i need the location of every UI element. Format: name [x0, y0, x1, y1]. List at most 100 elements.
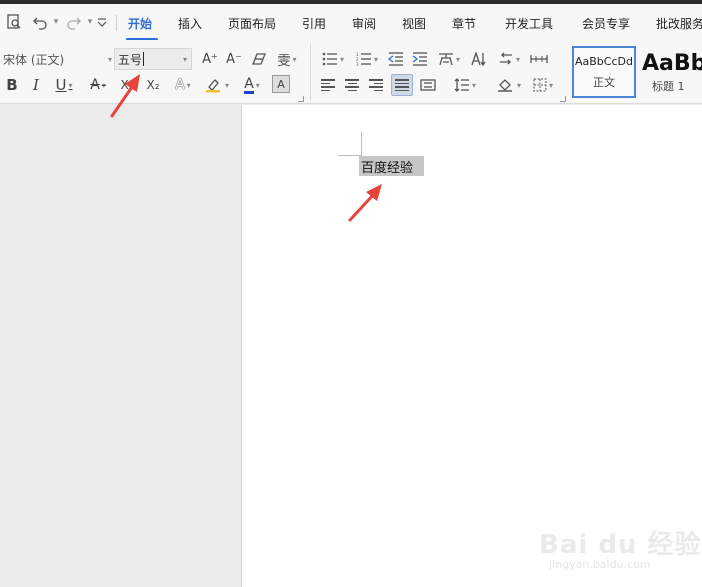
- baidu-watermark: Bai du 经验 jingyan.baidu.com: [535, 518, 701, 578]
- paint-bucket-icon: [497, 79, 512, 92]
- line-spacing-icon: [454, 78, 469, 92]
- highlight-button[interactable]: ▾: [202, 74, 232, 96]
- selected-text[interactable]: 百度经验: [359, 156, 424, 176]
- grow-font-button[interactable]: A⁺: [200, 48, 220, 70]
- chevron-down-icon: ▾: [224, 80, 229, 90]
- highlighter-icon: [205, 79, 220, 93]
- svg-text:3: 3: [356, 62, 359, 66]
- eraser-icon: [252, 53, 266, 65]
- page-corner-mark-horizontal: [338, 155, 361, 156]
- distributed-align-icon: [420, 79, 436, 91]
- outdent-icon: [388, 52, 403, 66]
- customize-icon[interactable]: [92, 12, 112, 32]
- chevron-down-icon: ▾: [101, 80, 106, 90]
- annotation-arrow-font-size: [110, 74, 140, 118]
- text-effects-button[interactable]: A ▾: [168, 74, 198, 96]
- align-right-icon: [369, 79, 383, 91]
- tab-chapter[interactable]: 章节: [452, 15, 476, 32]
- chevron-down-icon: ▾: [255, 80, 260, 90]
- align-left-icon: [321, 79, 335, 91]
- style-normal-label: 正文: [593, 75, 615, 89]
- chinese-layout-button[interactable]: ▾: [434, 48, 464, 70]
- watermark-logo-text: Bai du 经验: [539, 530, 702, 560]
- chevron-down-icon: ▾: [107, 54, 112, 64]
- tab-view[interactable]: 视图: [402, 15, 426, 32]
- justify-button[interactable]: [391, 74, 413, 96]
- borders-button[interactable]: ▾: [528, 74, 558, 96]
- shading-button[interactable]: ▾: [494, 74, 524, 96]
- chevron-down-icon: ▾: [339, 54, 344, 64]
- chevron-down-icon: ▾: [471, 80, 476, 90]
- tab-review[interactable]: 审阅: [352, 15, 376, 32]
- clear-format-button[interactable]: [248, 48, 270, 70]
- show-marks-button[interactable]: ▾: [494, 48, 524, 70]
- line-spacing-button[interactable]: ▾: [450, 74, 480, 96]
- align-left-button[interactable]: [318, 74, 338, 96]
- sort-button[interactable]: [468, 48, 490, 70]
- annotation-arrow-text: [348, 184, 382, 222]
- tab-correction[interactable]: 批改服务: [656, 15, 702, 32]
- tab-home[interactable]: 开始: [128, 15, 152, 32]
- subscript-icon: X₂: [146, 78, 160, 92]
- font-name-value: 宋体 (正文): [3, 52, 65, 67]
- borders-icon: [533, 78, 547, 92]
- increase-indent-button[interactable]: [410, 48, 430, 70]
- character-shading-button[interactable]: A: [272, 75, 290, 93]
- numbered-list-icon: 123: [356, 52, 371, 66]
- ribbon: 宋体 (正文) ▾ 五号 ▾ A⁺ A⁻ 雯▾ B I U▾ A▾ X² X₂ …: [0, 40, 702, 104]
- font-size-select[interactable]: 五号 ▾: [114, 48, 192, 70]
- style-normal[interactable]: AaBbCcDd 正文: [572, 46, 636, 98]
- print-preview-icon[interactable]: [4, 12, 24, 32]
- chinese-layout-icon: [438, 53, 453, 66]
- chevron-down-icon: ▾: [515, 54, 520, 64]
- tab-insert[interactable]: 插入: [178, 15, 202, 32]
- chevron-down-icon: ▾: [182, 54, 187, 64]
- align-center-icon: [345, 79, 359, 91]
- quick-access-separator: [116, 15, 117, 31]
- align-right-button[interactable]: [366, 74, 386, 96]
- paragraph-mark-icon: [499, 52, 512, 65]
- page-corner-mark-vertical: [361, 132, 362, 156]
- style-heading-1[interactable]: AaBb 标题 1: [638, 46, 702, 98]
- ribbon-group-separator: [310, 44, 311, 100]
- tab-page-layout[interactable]: 页面布局: [228, 15, 276, 32]
- tab-member[interactable]: 会员专享: [582, 15, 630, 32]
- tab-developer[interactable]: 开发工具: [505, 15, 553, 32]
- chevron-down-icon: ▾: [292, 54, 297, 64]
- text-effects-icon: A: [175, 77, 185, 93]
- tab-references[interactable]: 引用: [302, 15, 326, 32]
- bullet-list-icon: [322, 52, 337, 66]
- bullets-button[interactable]: ▾: [318, 48, 348, 70]
- underline-icon: U: [55, 76, 67, 94]
- font-dialog-launcher[interactable]: [298, 96, 304, 102]
- menu-bar: ▾ ▾ 开始 插入 页面布局 引用 审阅 视图 章节 开发工具 会员专享 批改服…: [0, 4, 702, 41]
- pinyin-icon: 雯: [277, 53, 291, 69]
- font-color-button[interactable]: A ▾: [238, 74, 266, 96]
- bold-button[interactable]: B: [2, 74, 22, 96]
- undo-dropdown-icon[interactable]: ▾: [46, 12, 66, 32]
- align-center-button[interactable]: [342, 74, 362, 96]
- subscript-button[interactable]: X₂: [142, 74, 164, 96]
- character-shading-icon: A: [277, 77, 285, 91]
- distribute-button[interactable]: [417, 74, 439, 96]
- chevron-down-icon: ▾: [455, 54, 460, 64]
- numbering-button[interactable]: 123 ▾: [352, 48, 382, 70]
- strikethrough-icon: A: [90, 77, 100, 93]
- grow-font-icon: A⁺: [202, 51, 218, 67]
- underline-button[interactable]: U ▾: [50, 74, 78, 96]
- text-caret: [143, 52, 145, 66]
- table-of-contents-button[interactable]: [528, 48, 550, 70]
- watermark-url: jingyan.baidu.com: [549, 558, 651, 571]
- shrink-font-button[interactable]: A⁻: [224, 48, 244, 70]
- chevron-down-icon: ▾: [548, 80, 553, 90]
- chevron-down-icon: ▾: [373, 54, 378, 64]
- italic-button[interactable]: I: [26, 74, 46, 96]
- italic-icon: I: [33, 76, 39, 94]
- pinyin-guide-button[interactable]: 雯 ▾: [272, 48, 302, 70]
- paragraph-dialog-launcher[interactable]: [560, 96, 566, 102]
- shrink-font-icon: A⁻: [226, 51, 242, 67]
- decrease-indent-button[interactable]: [386, 48, 406, 70]
- font-name-select[interactable]: 宋体 (正文) ▾: [0, 48, 114, 70]
- indent-icon: [412, 52, 427, 66]
- document-page[interactable]: [241, 105, 702, 587]
